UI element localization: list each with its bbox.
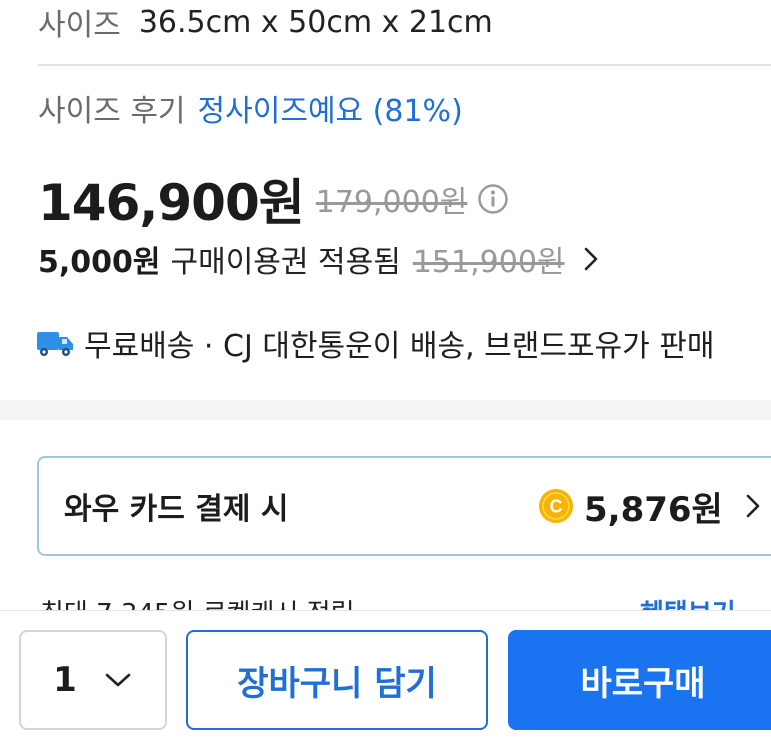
coupon-text: 구매이용권 적용됨	[170, 245, 401, 280]
quantity-selector[interactable]: 1	[19, 630, 167, 730]
coupon-row[interactable]: 5,000원 구매이용권 적용됨 151,900원	[38, 236, 601, 282]
info-icon[interactable]	[477, 183, 509, 215]
coin-icon: C	[539, 489, 573, 523]
original-price: 179,000원	[315, 185, 468, 220]
card-offer-amount-group[interactable]: C 5,876원	[538, 482, 763, 530]
sale-price: 146,900원	[38, 174, 305, 232]
size-label: 사이즈	[38, 8, 121, 43]
add-to-cart-button[interactable]: 장바구니 담기	[186, 630, 488, 730]
coupon-original-price: 151,900원	[412, 245, 565, 280]
chevron-right-icon[interactable]	[743, 491, 763, 521]
shipping-text: 무료배송 · CJ 대한통운이 배송, 브랜드포유가 판매	[84, 329, 715, 364]
coupon-amount: 5,000원	[38, 245, 161, 280]
coin-symbol: C	[550, 497, 563, 517]
quantity-value: 1	[53, 660, 77, 700]
section-separator	[0, 400, 771, 420]
card-offer-label: 와우 카드 결제 시	[64, 492, 289, 527]
size-review-row[interactable]: 사이즈 후기 정사이즈예요 (81%)	[38, 86, 463, 130]
size-row: 사이즈 36.5cm x 50cm x 21cm	[38, 0, 493, 44]
chevron-down-icon	[105, 673, 131, 687]
divider	[38, 64, 771, 66]
size-review-label: 사이즈 후기	[38, 94, 186, 129]
shipping-row: 무료배송 · CJ 대한통운이 배송, 브랜드포유가 판매	[36, 320, 714, 366]
size-value: 36.5cm x 50cm x 21cm	[138, 4, 493, 40]
price-row: 146,900원 179,000원	[38, 168, 509, 232]
truck-icon	[37, 332, 73, 356]
buy-now-button[interactable]: 바로구매	[508, 630, 771, 730]
size-review-value[interactable]: 정사이즈예요 (81%)	[198, 86, 463, 130]
chevron-right-icon[interactable]	[581, 245, 601, 273]
card-offer-amount: 5,876원	[584, 489, 723, 530]
